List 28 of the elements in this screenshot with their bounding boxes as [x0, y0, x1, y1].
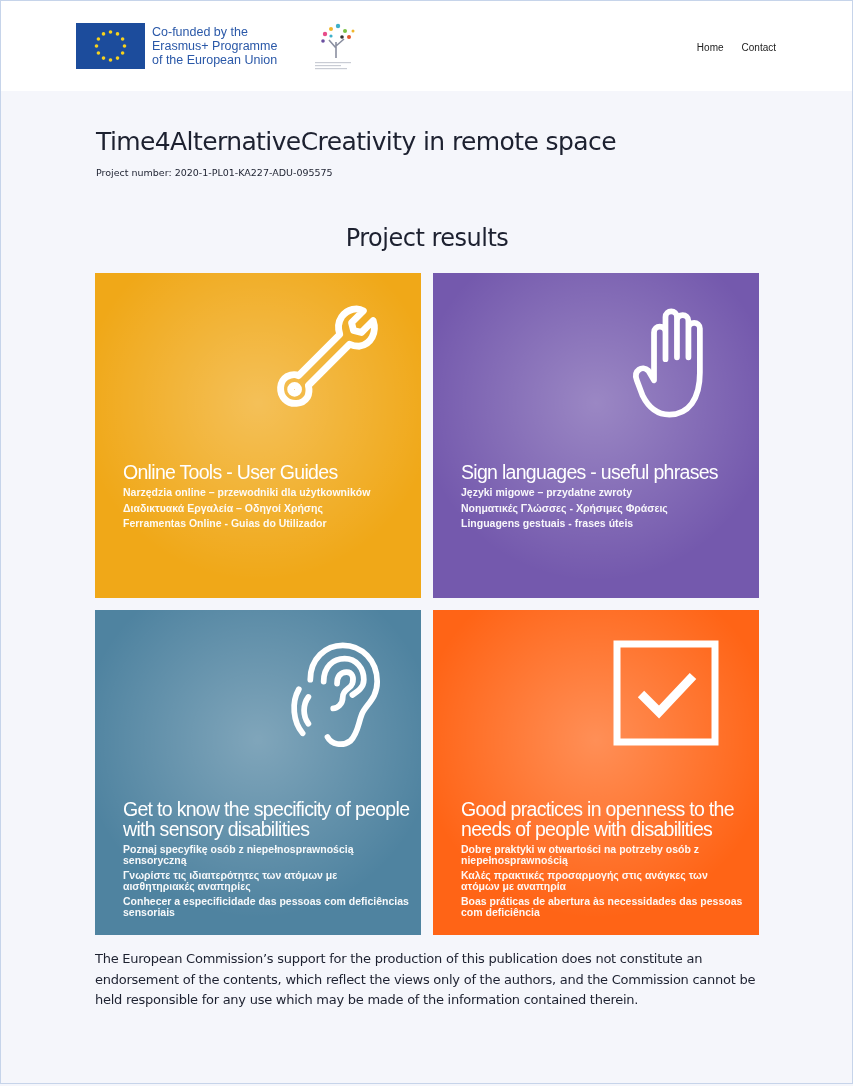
card-subtitle: Języki migowe – przydatne zwroty: [461, 487, 633, 498]
checkbox-icon: [613, 640, 719, 746]
card-subtitle: Ferramentas Online - Guias do Utilizador: [123, 518, 328, 529]
project-number: Project number: 2020-1-PL01-KA227-ADU-095575: [96, 167, 334, 178]
funding-statement: Co-funded by the Erasmus+ Programme of the European Union: [152, 25, 278, 67]
nav-link[interactable]: Contact: [741, 41, 776, 53]
card-title: Online Tools - User Guides: [123, 462, 339, 482]
card-title: Good practices in openness to the needs of people with disabilities: [461, 799, 735, 839]
card-subtitle: Linguagens gestuais - frases úteis: [461, 518, 635, 529]
nav-link[interactable]: Home: [696, 41, 724, 53]
result-card[interactable]: Sign languages - useful phrases Języki migowe – przydatne zwroty Νοηματικές Γλώσσες - Χρήσιμες Φράσεις Linguagens gestuais - frases úteis: [433, 273, 759, 598]
disclaimer-text: The European Commission’s support for the production of this publication does not constitute an endorsement of the contents, which reflect the views only of the authors, and the Commission cannot be held responsible for any use which may be made of the information contained therein.: [95, 950, 757, 1009]
card-subtitle: Poznaj specyfikę osób z niepełnosprawnością sensoryczną: [123, 844, 355, 865]
card-title: Get to know the specificity of people with sensory disabilities: [123, 799, 411, 839]
page-title: Time4AlternativeCreativity in remote space: [96, 127, 617, 156]
card-subtitle: Γνωρίστε τις ιδιαιτερότητες των ατόμων με αισθητηριακές αναπηρίες: [123, 870, 339, 891]
section-heading: Project results: [344, 224, 510, 252]
result-card[interactable]: [433, 610, 759, 935]
result-card[interactable]: [95, 610, 421, 935]
card-subtitle: Διαδικτυακά Εργαλεία – Οδηγοί Χρήσης: [123, 502, 324, 513]
card-title: Sign languages - useful phrases: [461, 462, 719, 482]
card-subtitle: Καλές πρακτικές προσαρμογής στις ανάγκες των ατόμων με αναπηρία: [461, 870, 709, 891]
card-subtitle: Νοηματικές Γλώσσες - Χρήσιμες Φράσεις: [461, 502, 669, 513]
card-subtitle: Conhecer a especificidade das pessoas com deficiências sensoriais: [123, 896, 410, 917]
card-subtitle: Narzędzia online – przewodniki dla użytkowników: [123, 487, 372, 498]
card-subtitle: Dobre praktyki w otwartości na potrzeby osób z niepełnosprawnością: [461, 844, 701, 865]
eu-flag-logo: [76, 23, 145, 69]
card-subtitle: Boas práticas de abertura às necessidades das pessoas com deficiência: [461, 896, 744, 917]
